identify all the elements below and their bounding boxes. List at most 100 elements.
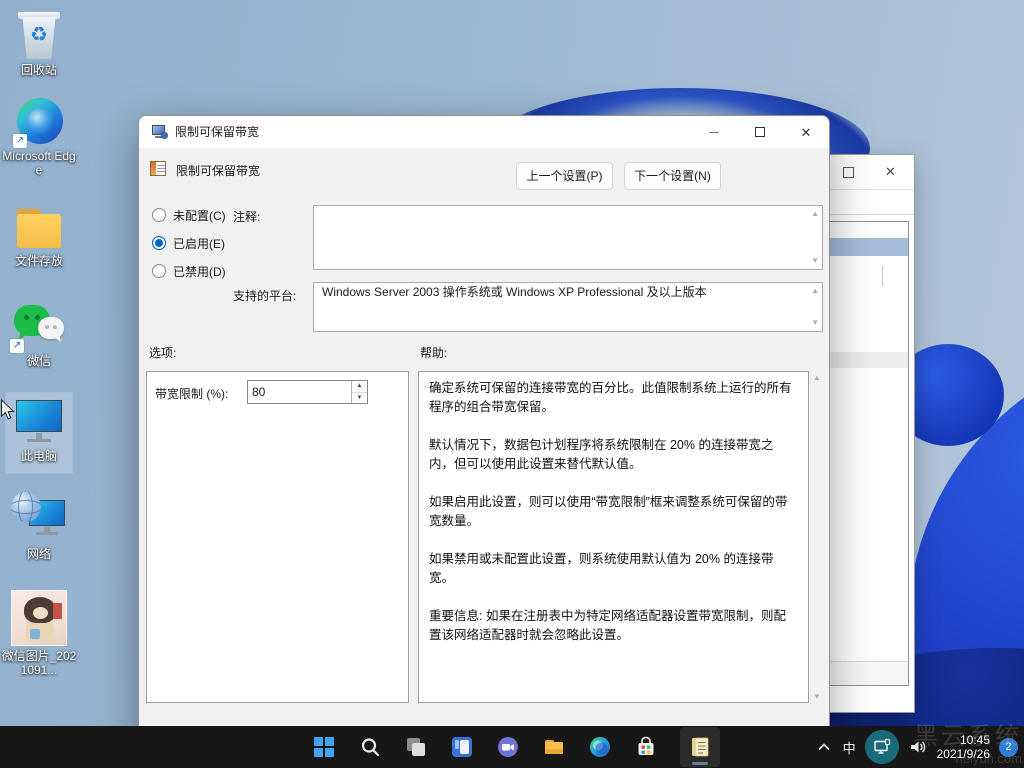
dialog-titlebar[interactable]: 限制可保留带宽 ✕ <box>139 116 829 148</box>
desktop-icon-recycle-bin[interactable]: ♻ 回收站 <box>1 12 77 77</box>
policy-setting-icon <box>150 161 166 176</box>
desktop-icon-label: 文件存放 <box>1 254 77 268</box>
policy-name: 限制可保留带宽 <box>176 162 260 179</box>
file-explorer-icon <box>543 736 565 758</box>
tray-network-icon[interactable] <box>865 730 899 764</box>
group-separator <box>830 352 908 368</box>
bandwidth-limit-label: 带宽限制 (%): <box>155 385 228 402</box>
edge-icon <box>589 736 611 758</box>
this-pc-icon <box>12 398 66 446</box>
policy-dialog-icon <box>152 124 168 140</box>
options-panel: 带宽限制 (%): ▲ ▼ <box>146 371 409 703</box>
list-divider <box>882 266 883 286</box>
help-paragraph: 重要信息: 如果在注册表中为特定网络适配器设置带宽限制，则配置该网络适配器时就会… <box>419 607 808 645</box>
shortcut-arrow-icon: ↗ <box>13 134 27 148</box>
background-window-toolbar <box>827 189 914 215</box>
help-paragraph: 如果启用此设置，则可以使用“带宽限制”框来调整系统可保留的带宽数量。 <box>419 493 808 531</box>
maximize-button[interactable] <box>737 116 783 148</box>
desktop-icon-label: Microsoft Edge <box>1 149 77 177</box>
volume-icon[interactable] <box>908 737 928 757</box>
display-device-icon <box>872 737 892 757</box>
help-panel[interactable]: 确定系统可保留的连接带宽的百分比。此值限制系统上运行的所有程序的组合带宽保留。 … <box>418 371 809 703</box>
radio-checked-icon <box>152 236 166 250</box>
policy-dialog: 限制可保留带宽 ✕ 限制可保留带宽 上一个设置(P) 下一个设置(N) 未配置(… <box>138 115 830 763</box>
supported-on-textarea[interactable]: Windows Server 2003 操作系统或 Windows XP Pro… <box>313 282 823 332</box>
group-policy-editor-icon <box>688 735 712 759</box>
recycle-bin-icon: ♻ <box>18 12 60 60</box>
tray-chevron-up-icon[interactable] <box>814 737 834 757</box>
radio-icon <box>152 264 166 278</box>
scroll-up-icon[interactable]: ▲ <box>813 373 821 382</box>
comment-textarea[interactable]: ▲ ▼ <box>313 205 823 270</box>
help-scrollbar[interactable]: ▲ ▼ <box>811 371 825 703</box>
close-icon: ✕ <box>801 126 812 139</box>
notification-badge[interactable]: 2 <box>999 738 1018 757</box>
tray-date: 2021/9/26 <box>937 747 990 761</box>
spin-down-icon[interactable]: ▼ <box>352 393 367 404</box>
help-paragraph: 确定系统可保留的连接带宽的百分比。此值限制系统上运行的所有程序的组合带宽保留。 <box>419 372 808 417</box>
widgets-button[interactable] <box>442 727 482 767</box>
bandwidth-input[interactable] <box>248 381 352 403</box>
task-view-button[interactable] <box>396 727 436 767</box>
close-icon[interactable]: ✕ <box>885 164 896 180</box>
radio-enabled[interactable]: 已启用(E) <box>152 235 225 251</box>
close-button[interactable]: ✕ <box>783 116 829 148</box>
selected-row-highlight <box>830 238 908 256</box>
scroll-down-icon[interactable]: ▼ <box>811 257 819 265</box>
search-button[interactable] <box>350 727 390 767</box>
desktop-icon-wechat[interactable]: ↗ 微信 <box>1 305 77 368</box>
radio-icon <box>152 208 166 222</box>
spin-up-icon[interactable]: ▲ <box>352 381 367 393</box>
help-paragraph: 默认情况下，数据包计划程序将系统限制在 20% 的连接带宽之内，但可以使用此设置… <box>419 436 808 474</box>
search-icon <box>359 736 381 758</box>
help-label: 帮助: <box>420 344 447 361</box>
folder-icon <box>15 207 63 251</box>
help-paragraph: 如果禁用或未配置此设置，则系统使用默认值为 20% 的连接带宽。 <box>419 550 808 588</box>
scroll-down-icon[interactable]: ▼ <box>811 319 819 327</box>
tray-clock[interactable]: 10:45 2021/9/26 <box>937 733 990 761</box>
background-window-statusbar <box>830 661 908 685</box>
background-window-content <box>829 221 909 686</box>
minimize-button[interactable] <box>691 116 737 148</box>
scroll-down-icon[interactable]: ▼ <box>813 692 821 701</box>
dialog-title: 限制可保留带宽 <box>175 116 259 148</box>
supported-on-label: 支持的平台: <box>233 287 296 304</box>
background-window-titlebar: ✕ <box>827 155 914 189</box>
scroll-up-icon[interactable]: ▲ <box>811 210 819 218</box>
network-icon <box>11 492 67 544</box>
windows-start-icon <box>313 736 335 758</box>
image-thumbnail <box>11 590 67 646</box>
desktop-icon-label: 回收站 <box>1 63 77 77</box>
file-explorer-button[interactable] <box>534 727 574 767</box>
maximize-icon <box>755 127 765 137</box>
options-label: 选项: <box>149 344 176 361</box>
desktop-icon-image-file[interactable]: 微信图片_2021091... <box>1 590 77 677</box>
chat-icon <box>497 736 519 758</box>
radio-not-configured[interactable]: 未配置(C) <box>152 207 226 223</box>
desktop-icon-label: 微信图片_2021091... <box>1 649 77 677</box>
shortcut-arrow-icon: ↗ <box>10 339 24 353</box>
widgets-icon <box>451 736 473 758</box>
store-button[interactable] <box>626 727 666 767</box>
background-window[interactable]: ✕ <box>826 154 915 713</box>
desktop-icon-edge[interactable]: ↗ Microsoft Edge <box>1 98 77 177</box>
radio-disabled[interactable]: 已禁用(D) <box>152 263 226 279</box>
wechat-icon: ↗ <box>12 305 66 351</box>
chat-button[interactable] <box>488 727 528 767</box>
scroll-up-icon[interactable]: ▲ <box>811 287 819 295</box>
desktop-icon-network[interactable]: 网络 <box>1 492 77 561</box>
previous-setting-button[interactable]: 上一个设置(P) <box>516 162 613 190</box>
taskbar-active-app-group-policy[interactable] <box>680 727 720 767</box>
desktop-icon-label: 微信 <box>1 354 77 368</box>
comment-label: 注释: <box>233 208 260 225</box>
taskbar: 中 10:45 2021/9/26 2 <box>0 726 1024 768</box>
desktop-icon-folder[interactable]: 文件存放 <box>1 207 77 268</box>
tray-time: 10:45 <box>937 733 990 747</box>
edge-button[interactable] <box>580 727 620 767</box>
next-setting-button[interactable]: 下一个设置(N) <box>624 162 721 190</box>
start-button[interactable] <box>304 727 344 767</box>
maximize-icon[interactable] <box>843 167 854 178</box>
store-icon <box>635 736 657 758</box>
ime-indicator[interactable]: 中 <box>843 738 856 757</box>
bandwidth-spinner: ▲ ▼ <box>247 380 368 404</box>
